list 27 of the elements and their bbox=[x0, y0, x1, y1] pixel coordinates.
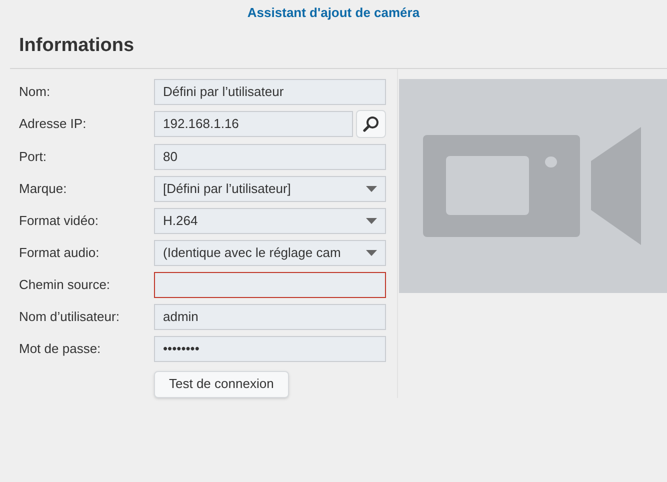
field-label: Port: bbox=[19, 148, 48, 166]
section-title: Informations bbox=[18, 34, 136, 58]
dropdown-field[interactable]: (Identique avec le réglage cam bbox=[154, 240, 386, 266]
test-connection-button[interactable]: Test de connexion bbox=[154, 370, 289, 398]
field-label: Mot de passe: bbox=[19, 340, 102, 358]
field-label: Nom: bbox=[19, 82, 52, 101]
field-label: Chemin source: bbox=[19, 276, 112, 294]
window-title: Assistant d'ajout de caméra bbox=[246, 4, 421, 22]
input-field[interactable]: •••••••• bbox=[154, 336, 386, 362]
field-label: Format audio: bbox=[19, 244, 100, 262]
search-icon bbox=[362, 114, 380, 132]
caret-icon bbox=[366, 250, 377, 256]
video-camera-icon bbox=[423, 126, 644, 244]
dropdown-field[interactable]: H.264 bbox=[154, 208, 386, 234]
input-field[interactable]: admin bbox=[154, 304, 386, 330]
input-field[interactable]: Défini par l’utilisateur bbox=[154, 78, 386, 104]
caret-icon bbox=[366, 186, 377, 192]
field-label: Nom d’utilisateur: bbox=[19, 308, 120, 326]
search-button[interactable] bbox=[356, 110, 386, 138]
dropdown-field[interactable]: [Défini par l’utilisateur] bbox=[154, 176, 386, 202]
input-field[interactable] bbox=[154, 272, 386, 298]
field-label: Format vidéo: bbox=[19, 212, 100, 230]
field-label: Adresse IP: bbox=[19, 115, 88, 134]
input-field[interactable]: 80 bbox=[154, 144, 386, 170]
caret-icon bbox=[366, 218, 377, 224]
field-label: Marque: bbox=[19, 180, 68, 198]
ip-field[interactable]: 192.168.1.16 bbox=[154, 110, 354, 136]
